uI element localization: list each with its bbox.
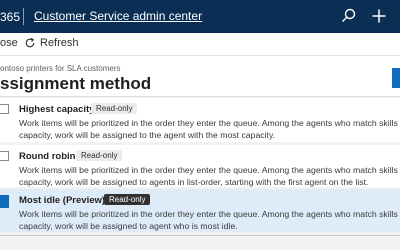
radio-indicator[interactable] [0,151,9,161]
refresh-button[interactable]: Refresh [40,37,79,49]
close-button[interactable]: ose [0,37,18,49]
description-line-1: Work items will be prioritized in the or… [19,209,398,219]
radio-indicator-selected[interactable] [0,195,9,208]
option-title: Highest capacity [19,104,95,115]
page-title: ssignment method [0,74,152,93]
description-line-2: capacity, work will be assigned to agent… [19,221,238,231]
radio-indicator[interactable] [0,104,9,114]
description-line-2: capacity, work will be assigned to the a… [19,130,276,140]
primary-action-button[interactable] [392,68,400,88]
search-icon[interactable] [340,7,358,25]
read-only-badge: Read-only [104,194,151,205]
command-bar: ose Refresh [0,33,400,56]
divider [0,235,400,236]
app-title-link[interactable]: Customer Service admin center [34,9,202,23]
refresh-icon[interactable] [24,37,36,49]
option-highest-capacity[interactable]: Highest capacity Read-only Work items wi… [0,98,400,142]
read-only-badge: Read-only [91,103,138,114]
option-most-idle[interactable]: Most idle (Preview) Read-only Work items… [0,189,400,232]
option-title: Round robin [19,151,76,162]
option-description: Work items will be prioritized in the or… [19,208,400,232]
description-line-2: capacity, work will be assigned to agent… [19,177,369,187]
description-line-1: Work items will be prioritized in the or… [19,118,398,128]
breadcrumb: ontoso printers for SLA customers [0,64,121,73]
product-name: 365 [0,10,21,24]
plus-icon[interactable] [370,7,388,25]
description-line-1: Work items will be prioritized in the or… [19,165,398,175]
page-header: ontoso printers for SLA customers ssignm… [0,56,400,97]
assignment-method-list: Highest capacity Read-only Work items wi… [0,98,400,250]
option-title: Most idle (Preview) [19,195,106,206]
header-divider [23,8,24,25]
option-description: Work items will be prioritized in the or… [19,117,400,141]
option-description: Work items will be prioritized in the or… [19,164,400,188]
option-round-robin[interactable]: Round robin Read-only Work items will be… [0,145,400,187]
read-only-badge: Read-only [76,150,123,161]
app-header-bar: 365 Customer Service admin center [0,0,400,33]
